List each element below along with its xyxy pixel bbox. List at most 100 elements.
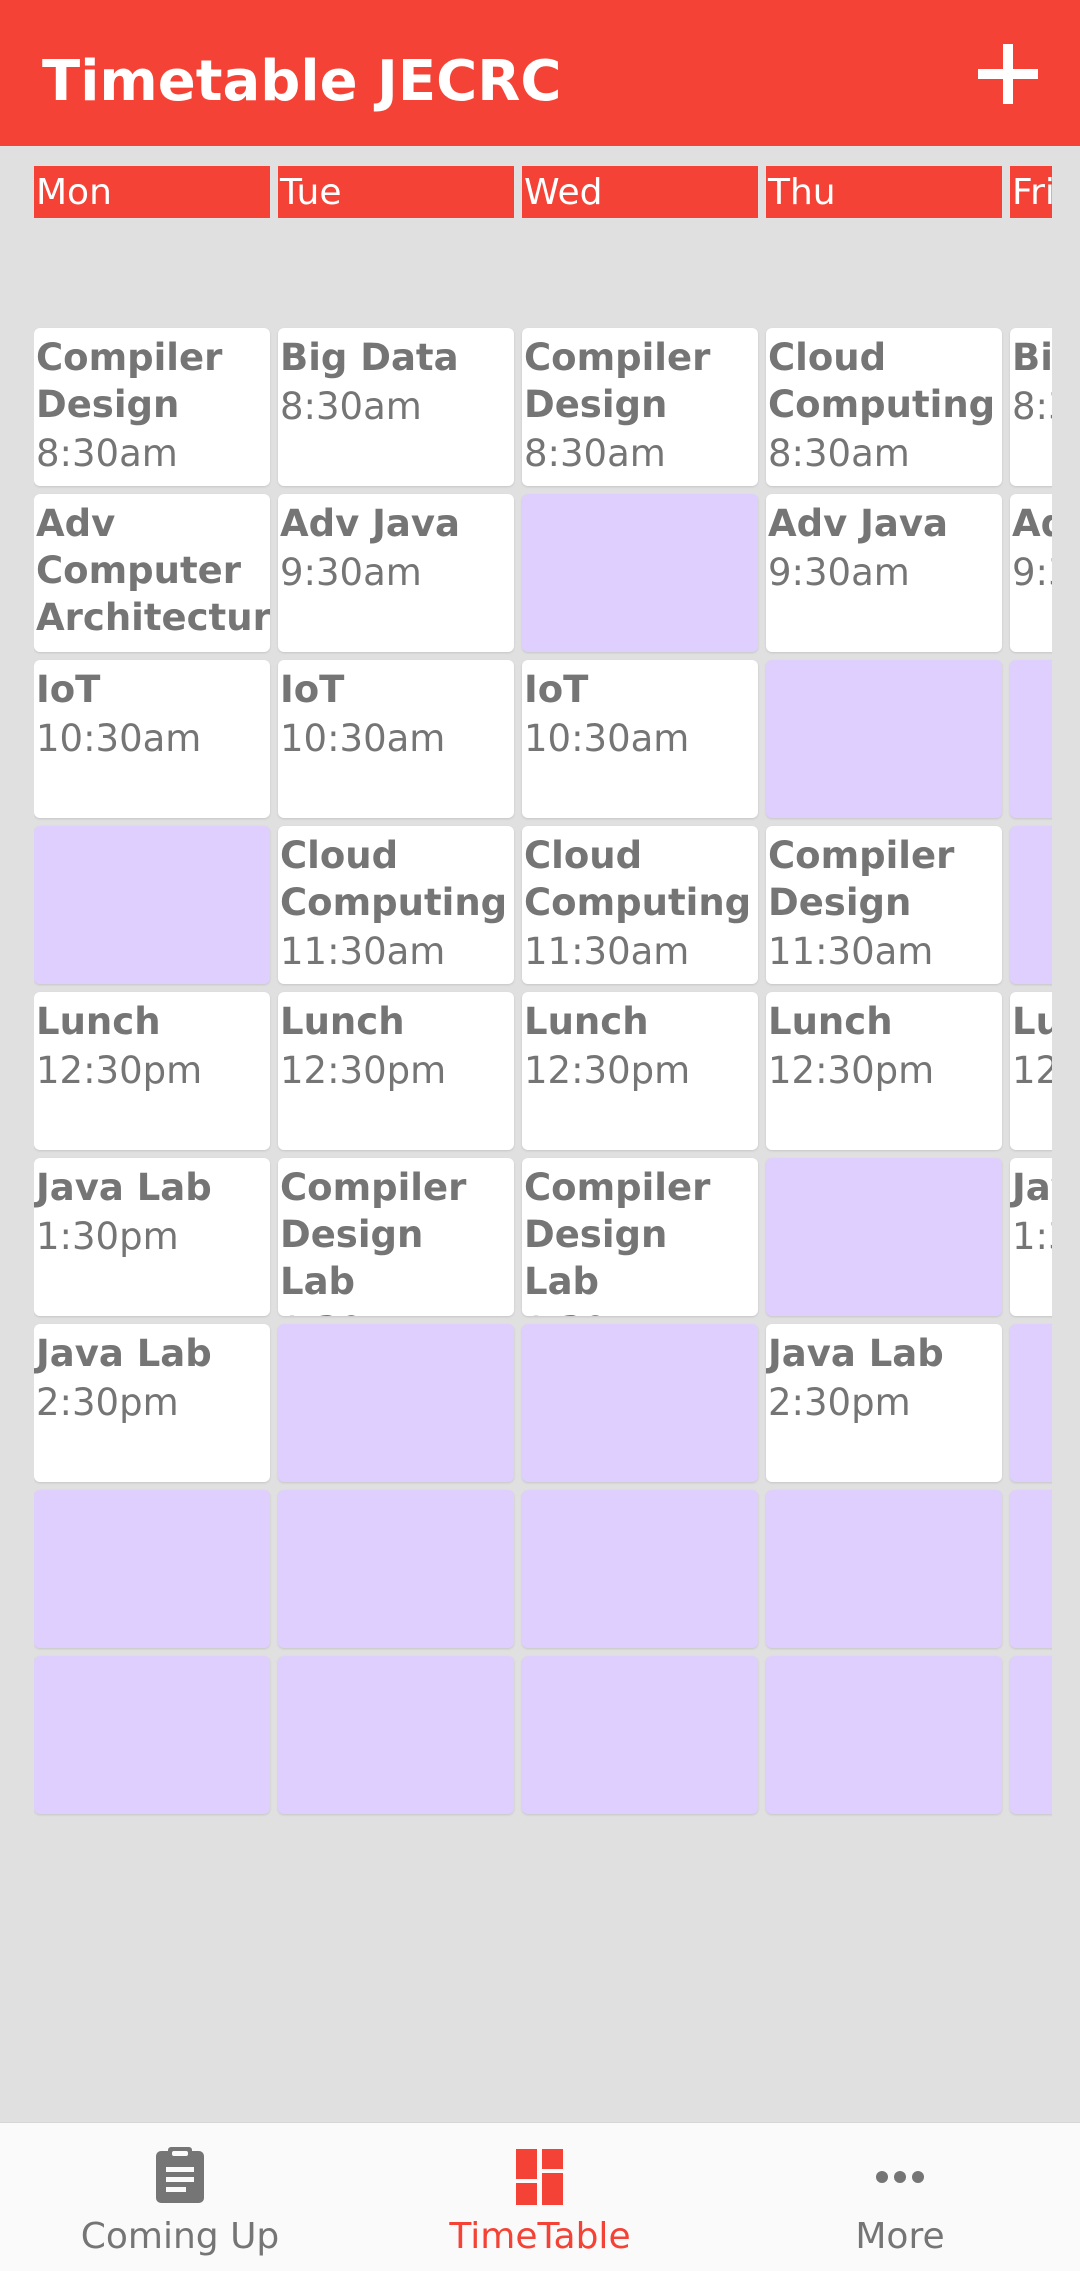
class-time: 10:30am bbox=[280, 717, 446, 760]
nav-label-timetable: TimeTable bbox=[449, 2216, 631, 2257]
class-cell[interactable]: Big Data 8:30am bbox=[278, 328, 514, 486]
plus-icon bbox=[978, 44, 1038, 104]
class-cell[interactable]: Compiler Design Lab 1:30pm bbox=[522, 1158, 758, 1316]
class-time: 1:30pm bbox=[280, 1305, 510, 1316]
empty-slot[interactable] bbox=[278, 1490, 514, 1648]
class-cell[interactable]: Lunch 12:30pm bbox=[522, 992, 758, 1150]
class-cell[interactable]: Cloud Computing 8:30am bbox=[766, 328, 1002, 486]
class-cell[interactable]: Adv Java 9:30am bbox=[766, 494, 1002, 652]
subject-name: Java Lab bbox=[768, 1332, 944, 1375]
empty-slot[interactable] bbox=[34, 1656, 270, 1814]
class-cell[interactable]: Java Lab 1:30pm bbox=[1010, 1158, 1052, 1316]
class-time: 12:30pm bbox=[1012, 1049, 1052, 1092]
class-time: 1:30pm bbox=[36, 1215, 179, 1258]
class-time: 8:30am bbox=[524, 432, 666, 475]
more-horiz-icon bbox=[850, 2145, 950, 2209]
class-time: 9:30am bbox=[768, 551, 910, 594]
class-cell[interactable]: Compiler Design 8:30am bbox=[522, 328, 758, 486]
subject-name: Lunch bbox=[768, 1000, 893, 1043]
class-cell[interactable]: Compiler Design 11:30am bbox=[766, 826, 1002, 984]
subject-name: IoT bbox=[280, 668, 345, 711]
app-bar: Timetable JECRC bbox=[0, 0, 1080, 146]
subject-name: Lunch bbox=[280, 1000, 405, 1043]
class-cell[interactable]: Cloud Computing 11:30am bbox=[278, 826, 514, 984]
day-column-wed: Wed Compiler Design 8:30am IoT 10:30am Cloud … bbox=[522, 166, 758, 1822]
class-cell[interactable]: Big Data 8:30am bbox=[1010, 328, 1052, 486]
day-header[interactable]: Thu bbox=[766, 166, 1002, 218]
timetable-scroll-area[interactable]: Mon Compiler Design 8:30am Adv Computer Arc… bbox=[34, 166, 1052, 1836]
class-cell[interactable]: Java Lab 2:30pm bbox=[34, 1324, 270, 1482]
subject-name: Lunch bbox=[1012, 1000, 1052, 1043]
empty-slot[interactable] bbox=[766, 1490, 1002, 1648]
empty-slot[interactable] bbox=[766, 1158, 1002, 1316]
empty-slot[interactable] bbox=[278, 1656, 514, 1814]
class-time: 10:30am bbox=[524, 717, 690, 760]
class-time: 8:30am bbox=[280, 385, 422, 428]
class-time: 12:30pm bbox=[524, 1049, 691, 1092]
clipboard-icon bbox=[130, 2145, 230, 2209]
subject-name: Adv Java bbox=[280, 502, 460, 545]
class-time: 2:30pm bbox=[36, 1381, 179, 1424]
empty-slot[interactable] bbox=[1010, 1656, 1052, 1814]
class-cell[interactable]: Compiler Design 8:30am bbox=[34, 328, 270, 486]
nav-label-more: More bbox=[855, 2216, 945, 2257]
empty-slot[interactable] bbox=[1010, 1490, 1052, 1648]
subject-name: Big Data bbox=[280, 336, 459, 379]
day-header[interactable]: Mon bbox=[34, 166, 270, 218]
empty-slot[interactable] bbox=[1010, 826, 1052, 984]
empty-slot[interactable] bbox=[522, 1324, 758, 1482]
class-cell[interactable]: Lunch 12:30pm bbox=[1010, 992, 1052, 1150]
class-cell[interactable]: Lunch 12:30pm bbox=[766, 992, 1002, 1150]
empty-slot[interactable] bbox=[1010, 1324, 1052, 1482]
class-time: 2:30pm bbox=[768, 1381, 911, 1424]
empty-slot[interactable] bbox=[34, 1490, 270, 1648]
class-cell[interactable]: Lunch 12:30pm bbox=[34, 992, 270, 1150]
empty-slot[interactable] bbox=[766, 1656, 1002, 1814]
day-column-mon: Mon Compiler Design 8:30am Adv Computer Arc… bbox=[34, 166, 270, 1822]
class-time: 10:30am bbox=[36, 717, 202, 760]
class-cell[interactable]: IoT 10:30am bbox=[522, 660, 758, 818]
day-header[interactable]: Wed bbox=[522, 166, 758, 218]
empty-slot[interactable] bbox=[34, 826, 270, 984]
class-cell[interactable]: Adv Java 9:30am bbox=[1010, 494, 1052, 652]
subject-name: IoT bbox=[36, 668, 101, 711]
day-header[interactable]: Tue bbox=[278, 166, 514, 218]
subject-name: Cloud Computing bbox=[280, 834, 508, 924]
empty-slot[interactable] bbox=[522, 494, 758, 652]
subject-name: Compiler Design Lab bbox=[524, 1166, 711, 1303]
class-cell[interactable]: IoT 10:30am bbox=[278, 660, 514, 818]
class-cell[interactable]: Compiler Design Lab 1:30pm bbox=[278, 1158, 514, 1316]
subject-name: Big Data bbox=[1012, 336, 1052, 379]
empty-slot[interactable] bbox=[278, 1324, 514, 1482]
empty-slot[interactable] bbox=[1010, 660, 1052, 818]
class-time: 12:30pm bbox=[280, 1049, 447, 1092]
empty-slot[interactable] bbox=[522, 1490, 758, 1648]
class-cell[interactable]: IoT 10:30am bbox=[34, 660, 270, 818]
subject-name: Lunch bbox=[36, 1000, 161, 1043]
empty-slot[interactable] bbox=[766, 660, 1002, 818]
day-column-tue: Tue Big Data 8:30am Adv Java 9:30am IoT 10:30a… bbox=[278, 166, 514, 1822]
class-time: 9:30am bbox=[1012, 551, 1052, 594]
day-column-fri: Fri Big Data 8:30am Adv Java 9:30am Lunch 12:3… bbox=[1010, 166, 1052, 1822]
class-cell[interactable]: Adv Computer Architecture bbox=[34, 494, 270, 652]
subject-name: Cloud Computing bbox=[524, 834, 752, 924]
bottom-navigation: Coming Up TimeTable More bbox=[0, 2122, 1080, 2271]
class-cell[interactable]: Java Lab 2:30pm bbox=[766, 1324, 1002, 1482]
class-cell[interactable]: Lunch 12:30pm bbox=[278, 992, 514, 1150]
class-time: 1:30pm bbox=[524, 1305, 754, 1316]
class-cell[interactable]: Cloud Computing 11:30am bbox=[522, 826, 758, 984]
nav-more[interactable]: More bbox=[720, 2123, 1080, 2271]
nav-coming-up[interactable]: Coming Up bbox=[0, 2123, 360, 2271]
class-time: 12:30pm bbox=[36, 1049, 203, 1092]
nav-timetable[interactable]: TimeTable bbox=[360, 2123, 720, 2271]
class-cell[interactable]: Adv Java 9:30am bbox=[278, 494, 514, 652]
class-time: 9:30am bbox=[280, 551, 422, 594]
subject-name: Adv Java bbox=[1012, 502, 1052, 545]
class-time: 1:30pm bbox=[1012, 1215, 1052, 1258]
day-header[interactable]: Fri bbox=[1010, 166, 1052, 218]
class-time: 11:30am bbox=[524, 930, 690, 973]
empty-slot[interactable] bbox=[522, 1656, 758, 1814]
subject-name: Compiler Design bbox=[768, 834, 955, 924]
class-cell[interactable]: Java Lab 1:30pm bbox=[34, 1158, 270, 1316]
add-button[interactable] bbox=[968, 34, 1048, 114]
